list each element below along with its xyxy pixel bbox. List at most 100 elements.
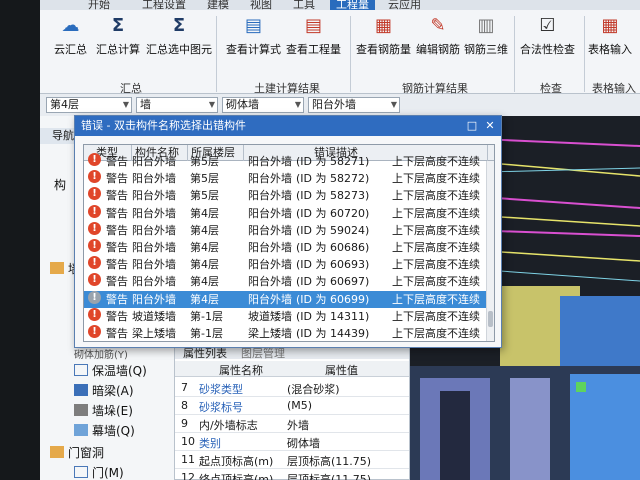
nav-item-muqiang[interactable]: 幕墙(Q) <box>74 422 135 439</box>
error-row[interactable]: ! 警告 阳台外墙 第4层 阳台外墙 (ID 为 60699) 上下层高度不连续 <box>84 290 488 308</box>
error-floor: 第4层 <box>190 206 219 220</box>
nav-item-gou[interactable]: 构 <box>54 176 66 193</box>
error-component-name[interactable]: 阳台外墙 <box>132 273 176 290</box>
ribbon-tab-1[interactable]: 工程设置 <box>142 0 186 10</box>
error-target-name: 阳台外墙 <box>248 275 292 289</box>
cloud-icon: ☁ <box>61 15 80 36</box>
type-select[interactable]: 砌体墙 ▼ <box>222 97 304 113</box>
nav-item-menchuang[interactable]: 门窗洞 <box>50 444 104 461</box>
error-component-name[interactable]: 阳台外墙 <box>132 205 176 222</box>
error-target-name: 阳台外墙 <box>248 292 292 306</box>
error-row[interactable]: ! 警告 阳台外墙 第4层 阳台外墙 (ID 为 60697) 上下层高度不连续 <box>84 273 488 290</box>
error-id: (ID 为 60697) <box>296 275 370 289</box>
error-component-name[interactable]: 阳台外墙 <box>132 187 176 204</box>
property-row[interactable]: 11 起点顶标高(m) 层顶标高(11.75) <box>175 451 409 469</box>
error-row[interactable]: ! 警告 阳台外墙 第5层 阳台外墙 (ID 为 58273) 上下层高度不连续 <box>84 187 488 204</box>
property-name: 内/外墙标志 <box>199 419 258 432</box>
warning-icon: ! <box>88 170 101 184</box>
property-row[interactable]: 8 砂浆标号 (M5) <box>175 397 409 415</box>
error-component-name[interactable]: 梁上矮墙 <box>132 325 176 341</box>
cloud-summary-button[interactable]: ☁ 云汇总 <box>54 14 87 57</box>
maximize-icon[interactable]: □ <box>465 119 479 133</box>
error-component-name[interactable]: 阳台外墙 <box>132 256 176 273</box>
error-row[interactable]: ! 警告 阳台外墙 第5层 阳台外墙 (ID 为 58271) 上下层高度不连续 <box>84 153 488 170</box>
summary-calc-button[interactable]: Σ 汇总计算 <box>96 14 140 57</box>
nav-item-truncated[interactable]: 砌体加筋(Y) <box>74 346 128 361</box>
property-value[interactable]: 层顶标高(11.75) <box>287 453 371 469</box>
nav-item-qiangduo[interactable]: 墙垛(E) <box>74 402 133 419</box>
rebar-3d-button[interactable]: ▥ 钢筋三维 <box>464 14 508 57</box>
sigma-icon: Σ <box>111 15 125 36</box>
property-index: 11 <box>181 453 195 466</box>
property-value[interactable]: 砌体墙 <box>287 435 320 451</box>
error-type: 警告 <box>106 241 128 254</box>
view-formula-button[interactable]: ▤ 查看计算式 <box>226 14 281 57</box>
property-row[interactable]: 10 类别 砌体墙 <box>175 433 409 451</box>
warning-icon: ! <box>88 153 101 166</box>
ribbon-tab-3[interactable]: 视图 <box>250 0 272 10</box>
error-type: 警告 <box>106 155 128 168</box>
view-rebar-qty-button[interactable]: ▦ 查看钢筋量 <box>356 14 411 57</box>
error-row[interactable]: ! 警告 阳台外墙 第4层 阳台外墙 (ID 为 60720) 上下层高度不连续 <box>84 204 488 222</box>
error-row[interactable]: ! 警告 梁上矮墙 第-1层 梁上矮墙 (ID 为 14439) 上下层高度不连续 <box>84 325 488 341</box>
property-panel: 属性列表 图层管理 属性名称 属性值 7 砂浆类型 (混合砂浆) 8 砂浆标号 (M5) 9… <box>174 342 410 480</box>
error-row[interactable]: ! 警告 阳台外墙 第4层 阳台外墙 (ID 为 59024) 上下层高度不连续 <box>84 221 488 239</box>
close-icon[interactable]: ✕ <box>483 119 497 133</box>
chevron-down-icon: ▼ <box>390 100 397 109</box>
group-separator <box>216 16 217 92</box>
summary-selected-button[interactable]: Σ 汇总选中图元 <box>146 14 212 57</box>
ribbon-tab-0[interactable]: 开始 <box>88 0 110 10</box>
error-description: 上下层高度不连续 <box>392 241 480 254</box>
error-list-scrollbar[interactable] <box>486 161 494 341</box>
property-row[interactable]: 9 内/外墙标志 外墙 <box>175 415 409 433</box>
error-row[interactable]: ! 警告 坡道矮墙 第-1层 坡道矮墙 (ID 为 14311) 上下层高度不连续 <box>84 307 488 325</box>
property-row[interactable]: 7 砂浆类型 (混合砂浆) <box>175 379 409 397</box>
error-component-name[interactable]: 阳台外墙 <box>132 239 176 256</box>
formula-sheet-icon: ▤ <box>244 15 262 36</box>
property-value[interactable]: (M5) <box>287 399 312 412</box>
legality-check-button[interactable]: ☑ 合法性检查 <box>520 14 575 57</box>
view-quantity-button[interactable]: ▤ 查看工程量 <box>286 14 341 57</box>
chevron-down-icon: ▼ <box>208 100 215 109</box>
error-component-name[interactable]: 坡道矮墙 <box>132 308 176 325</box>
component-select[interactable]: 阳台外墙 ▼ <box>308 97 400 113</box>
ribbon: ☁ 云汇总 Σ 汇总计算 Σ 汇总选中图元 汇总 ▤ 查看计算式 ▤ 查看工程量… <box>40 10 640 95</box>
error-description: 上下层高度不连续 <box>392 172 480 186</box>
error-description: 上下层高度不连续 <box>392 327 480 340</box>
error-component-name[interactable]: 阳台外墙 <box>132 153 176 170</box>
error-component-name[interactable]: 阳台外墙 <box>132 291 176 308</box>
property-value[interactable]: 外墙 <box>287 417 309 433</box>
error-id: (ID 为 58272) <box>296 172 370 186</box>
nav-item-baowen[interactable]: 保温墙(Q) <box>74 362 147 379</box>
ribbon-tab-2[interactable]: 建模 <box>207 0 229 10</box>
ribbon-tab-5[interactable]: 工程量 <box>330 0 375 10</box>
error-row[interactable]: ! 警告 阳台外墙 第5层 阳台外墙 (ID 为 58272) 上下层高度不连续 <box>84 170 488 187</box>
property-index: 7 <box>181 381 188 394</box>
error-id: (ID 为 60699) <box>296 292 370 306</box>
edit-rebar-button[interactable]: ✎ 编辑钢筋 <box>416 14 460 57</box>
error-component-name[interactable]: 阳台外墙 <box>132 170 176 187</box>
scrollbar-thumb[interactable] <box>488 311 493 327</box>
nav-item-men[interactable]: 门(M) <box>74 464 124 480</box>
error-id: (ID 为 59024) <box>296 223 370 237</box>
ribbon-tab-6[interactable]: 云应用 <box>388 0 421 10</box>
error-target-name: 阳台外墙 <box>248 223 292 237</box>
error-component-name[interactable]: 阳台外墙 <box>132 222 176 239</box>
nav-item-anliang[interactable]: 暗梁(A) <box>74 382 134 399</box>
property-value[interactable]: 层顶标高(11.75) <box>287 471 371 480</box>
table-input-button[interactable]: ▦ 表格输入 <box>588 14 632 57</box>
error-row[interactable]: ! 警告 阳台外墙 第4层 阳台外墙 (ID 为 60686) 上下层高度不连续 <box>84 239 488 256</box>
error-description: 上下层高度不连续 <box>392 155 480 168</box>
pencil-icon: ✎ <box>430 15 446 36</box>
error-row[interactable]: ! 警告 阳台外墙 第4层 阳台外墙 (ID 为 60693) 上下层高度不连续 <box>84 256 488 273</box>
ribbon-tab-4[interactable]: 工具 <box>293 0 315 10</box>
floor-select[interactable]: 第4层 ▼ <box>46 97 132 113</box>
error-floor: 第4层 <box>190 275 219 289</box>
table-icon: ▦ <box>601 15 619 36</box>
property-row[interactable]: 12 终点顶标高(m) 层顶标高(11.75) <box>175 469 409 480</box>
property-value[interactable]: (混合砂浆) <box>287 381 340 397</box>
error-floor: 第5层 <box>190 155 219 168</box>
category-select[interactable]: 墙 ▼ <box>136 97 218 113</box>
property-index: 8 <box>181 399 188 412</box>
error-id: (ID 为 60720) <box>296 206 370 220</box>
